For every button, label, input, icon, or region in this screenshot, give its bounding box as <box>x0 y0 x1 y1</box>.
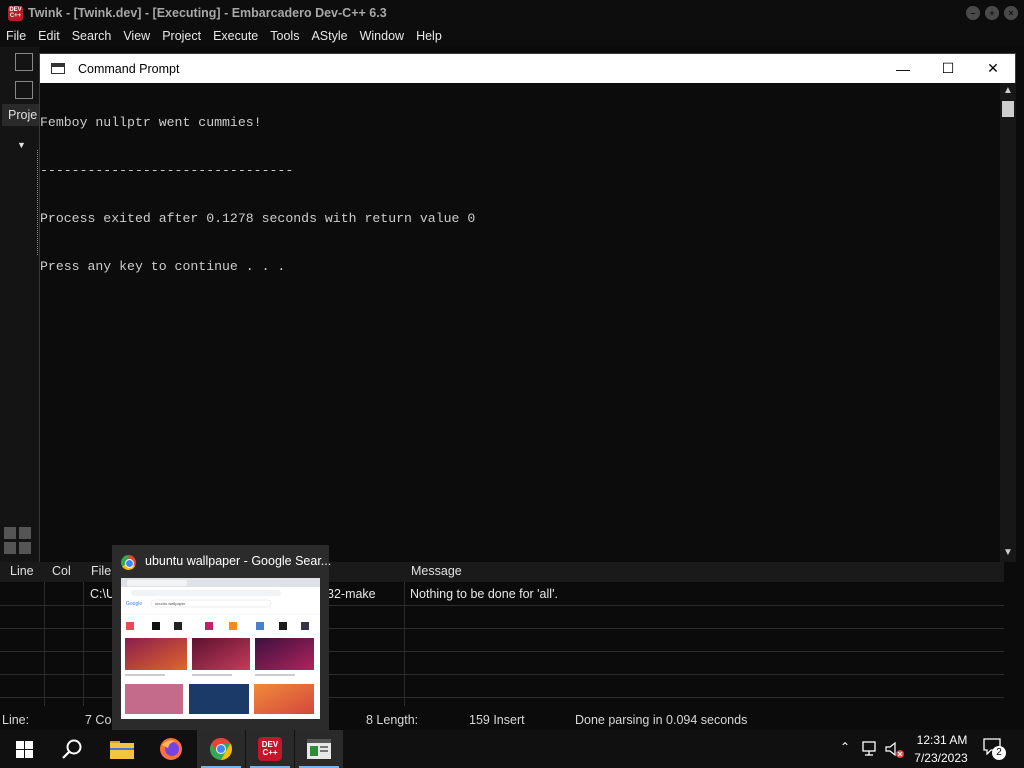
taskbar-preview-popup[interactable]: ubuntu wallpaper - Google Sear... Google… <box>112 545 332 730</box>
scroll-down-icon[interactable]: ▼ <box>1003 547 1013 558</box>
menu-file[interactable]: File <box>0 26 32 47</box>
console-icon <box>307 739 331 759</box>
taskbar-console[interactable] <box>295 730 343 768</box>
grid-divider <box>44 582 45 706</box>
console-line: Press any key to continue . . . <box>40 259 286 274</box>
preview-thumbnail[interactable]: Google ubuntu wallpaper <box>121 578 320 719</box>
start-button[interactable] <box>0 730 48 768</box>
ide-window-title: Twink - [Twink.dev] - [Executing] - Emba… <box>28 6 387 20</box>
status-parse: Done parsing in 0.094 seconds <box>575 713 748 727</box>
ide-minimize-button[interactable]: – <box>966 6 980 20</box>
thumbnail-search-query: ubuntu wallpaper <box>155 601 186 606</box>
search-button[interactable] <box>48 730 96 768</box>
taskbar-devcpp[interactable]: DEV C++ <box>246 730 294 768</box>
clock-time[interactable]: 12:31 AM <box>912 733 972 747</box>
menu-execute[interactable]: Execute <box>207 26 264 47</box>
console-icon <box>51 63 65 74</box>
taskbar-chrome[interactable] <box>197 730 245 768</box>
chrome-icon <box>210 738 232 760</box>
devcpp-icon: DEV C++ <box>258 737 282 761</box>
menu-help[interactable]: Help <box>410 26 448 47</box>
notification-count-badge: 2 <box>992 746 1006 760</box>
ide-titlebar: DEV C++ Twink - [Twink.dev] - [Executing… <box>0 0 1024 26</box>
col-header-message[interactable]: Message <box>411 562 462 581</box>
ide-menubar: File Edit Search View Project Execute To… <box>0 26 1024 47</box>
menu-astyle[interactable]: AStyle <box>305 26 353 47</box>
cmd-close-button[interactable]: ✕ <box>970 54 1016 83</box>
preview-title: ubuntu wallpaper - Google Sear... <box>145 554 332 568</box>
ide-maximize-button[interactable]: + <box>985 6 999 20</box>
console-output[interactable]: Femboy nullptr went cummies! -----------… <box>40 83 1000 563</box>
clock-date[interactable]: 7/23/2023 <box>908 751 974 765</box>
message-file-tail[interactable]: 32-make <box>327 587 376 601</box>
scroll-thumb[interactable] <box>1002 101 1014 117</box>
network-icon[interactable] <box>862 741 880 757</box>
console-line: Process exited after 0.1278 seconds with… <box>40 211 476 226</box>
cmd-maximize-button[interactable]: ☐ <box>925 54 971 83</box>
new-file-icon[interactable] <box>15 53 33 71</box>
menu-window[interactable]: Window <box>354 26 410 47</box>
ide-close-button[interactable]: × <box>1004 6 1018 20</box>
status-line-label: Line: <box>2 713 30 727</box>
col-header-col[interactable]: Col <box>52 562 71 581</box>
notification-center-button[interactable]: 2 <box>983 738 1006 760</box>
search-icon <box>62 739 82 759</box>
windows-logo-icon <box>15 740 33 758</box>
devcpp-logo-icon: DEV C++ <box>8 5 23 21</box>
windows-taskbar: DEV C++ ⌃ 12:31 AM 7/23/2023 2 <box>0 730 1024 768</box>
cmd-minimize-button[interactable]: — <box>880 54 926 83</box>
status-length: 159 Insert <box>469 713 525 727</box>
thumbnail-image: Google ubuntu wallpaper <box>121 578 320 719</box>
console-scrollbar[interactable]: ▲ ▼ <box>1000 83 1016 563</box>
menu-tools[interactable]: Tools <box>264 26 305 47</box>
tile-view-icon[interactable] <box>4 527 32 555</box>
menu-view[interactable]: View <box>117 26 156 47</box>
tree-expand-icon[interactable]: ▼ <box>17 140 26 150</box>
folder-icon <box>110 741 134 759</box>
cmd-title: Command Prompt <box>78 61 180 76</box>
thumbnail-google-logo: Google <box>126 601 142 607</box>
tree-guide-line <box>37 150 38 255</box>
show-hidden-icons-icon[interactable]: ⌃ <box>840 740 850 754</box>
project-icon[interactable] <box>15 81 33 99</box>
taskbar-firefox[interactable] <box>147 730 195 768</box>
taskbar-file-explorer[interactable] <box>98 730 146 768</box>
chrome-icon <box>121 555 136 570</box>
menu-edit[interactable]: Edit <box>32 26 66 47</box>
command-prompt-window[interactable]: Command Prompt — ☐ ✕ Femboy nullptr went… <box>39 53 1016 563</box>
scroll-up-icon[interactable]: ▲ <box>1003 85 1013 96</box>
firefox-icon <box>160 738 182 760</box>
console-line: Femboy nullptr went cummies! <box>40 115 262 130</box>
grid-divider <box>83 582 84 706</box>
menu-project[interactable]: Project <box>156 26 207 47</box>
volume-muted-icon[interactable] <box>885 741 905 759</box>
menu-search[interactable]: Search <box>66 26 118 47</box>
col-header-file[interactable]: File <box>91 562 111 581</box>
col-header-line[interactable]: Line <box>10 562 34 581</box>
grid-divider <box>404 582 405 706</box>
message-text-cell[interactable]: Nothing to be done for 'all'. <box>410 587 558 601</box>
status-col: 7 Col <box>85 713 115 727</box>
console-line: -------------------------------- <box>40 163 294 178</box>
cmd-titlebar: Command Prompt — ☐ ✕ <box>40 54 1015 83</box>
tab-project[interactable]: Proje <box>2 104 39 126</box>
status-sel: 8 Length: <box>366 713 419 727</box>
